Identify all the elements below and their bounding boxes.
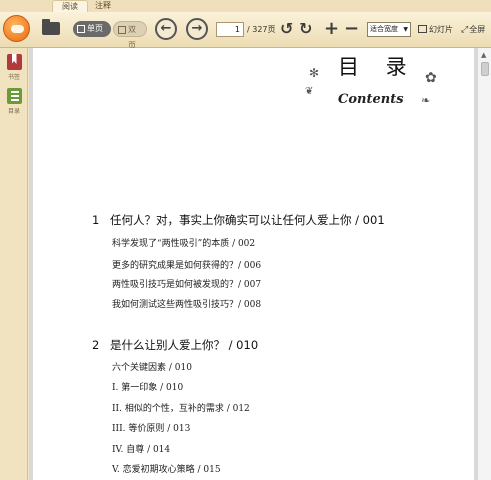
table-of-contents-icon	[6, 88, 22, 104]
slideshow-button[interactable]: 幻灯片	[418, 23, 453, 36]
chapter-number: 2	[92, 338, 100, 352]
page-title: 目 录	[338, 55, 417, 79]
single-page-label: 单页	[87, 24, 103, 33]
slideshow-label: 幻灯片	[429, 25, 453, 34]
ornament-icon: ❦	[305, 86, 314, 97]
chapter-title: 是什么让别人爱上你？ / 010	[110, 338, 259, 352]
rotate-left-icon[interactable]: ↺	[280, 20, 293, 38]
toc-entry[interactable]: IV. 自尊 / 014	[112, 442, 170, 455]
zoom-out-icon[interactable]: −	[344, 20, 359, 38]
document-page: ✻ ❦ ✿ ❧ 目 录 Contents 1 任何人？对，事实上你确实可以让任何人…	[33, 48, 474, 480]
single-page-icon	[77, 25, 85, 33]
zoom-fit-select[interactable]: 适合宽度 ▼	[367, 22, 411, 37]
chapter-heading[interactable]: 2 是什么让别人爱上你？ / 010	[92, 337, 258, 353]
bookmark-icon	[6, 54, 22, 70]
scrollbar-thumb[interactable]	[481, 62, 489, 76]
double-page-label: 双页	[128, 25, 136, 50]
double-page-button[interactable]: 双页	[113, 21, 147, 50]
toc-entry[interactable]: 六个关键因素 / 010	[112, 360, 192, 373]
toc-entry[interactable]: II. 相似的个性，互补的需求 / 012	[112, 401, 250, 414]
toc-entry[interactable]: 我如何测试这些两性吸引技巧？/ 008	[112, 297, 261, 310]
toc-entry[interactable]: V. 恋爱初期攻心策略 / 015	[112, 462, 221, 475]
chapter-heading[interactable]: 1 任何人？对，事实上你确实可以让任何人爱上你 / 001	[92, 212, 385, 228]
vertical-scrollbar[interactable]: ▲	[477, 48, 491, 480]
toc-entry[interactable]: I. 第一印象 / 010	[112, 380, 183, 393]
app-logo-icon[interactable]	[3, 15, 30, 42]
next-page-button[interactable]: →	[186, 18, 208, 40]
double-page-icon	[118, 26, 126, 34]
page-total: / 327页	[247, 25, 276, 34]
page-subtitle: Contents	[338, 92, 404, 107]
ornament-icon: ✻	[309, 66, 320, 80]
sidebar-item-label: 书签	[7, 74, 20, 81]
toolbar: 单页 双页 ← → 1 / 327页 ↺ ↻ + − 适合宽度 ▼ 幻灯片 ⤢全…	[0, 12, 491, 50]
tab-read[interactable]: 阅读	[52, 0, 88, 12]
sidebar-item-toc[interactable]: 目录	[3, 88, 25, 115]
slideshow-icon	[418, 25, 427, 33]
zoom-in-icon[interactable]: +	[324, 20, 339, 38]
fullscreen-button[interactable]: ⤢全屏	[461, 23, 485, 37]
single-page-button[interactable]: 单页	[73, 21, 111, 37]
sidebar-item-bookmarks[interactable]: 书签	[3, 54, 25, 81]
tab-annotations[interactable]: 注释	[88, 0, 118, 12]
page-number-input[interactable]: 1	[216, 22, 244, 37]
toc-entry[interactable]: III. 等价原则 / 013	[112, 421, 190, 434]
toc-entry[interactable]: 更多的研究成果是如何获得的？/ 006	[112, 258, 261, 271]
zoom-fit-value: 适合宽度	[370, 25, 398, 33]
toc-entry[interactable]: 两性吸引技巧是如何被发现的？/ 007	[112, 277, 261, 290]
chapter-title: 任何人？对，事实上你确实可以让任何人爱上你 / 001	[110, 213, 385, 227]
chapter-number: 1	[92, 213, 100, 227]
rotate-right-icon[interactable]: ↻	[299, 20, 312, 38]
scroll-up-icon[interactable]: ▲	[481, 51, 486, 59]
fullscreen-label: 全屏	[469, 25, 486, 34]
open-folder-icon[interactable]	[42, 19, 60, 35]
toc-entry[interactable]: 科学发现了“两性吸引”的本质 / 002	[112, 236, 255, 249]
ornament-icon: ✿	[425, 70, 437, 86]
pdf-reader-window: 阅读 注释 单页 双页 ← → 1 / 327页 ↺ ↻ + − 适合宽度 ▼ …	[0, 0, 491, 480]
left-sidebar: 书签 目录	[0, 48, 28, 480]
sidebar-item-label: 目录	[7, 108, 20, 115]
document-viewport[interactable]: ✻ ❦ ✿ ❧ 目 录 Contents 1 任何人？对，事实上你确实可以让任何人…	[29, 48, 477, 480]
chevron-down-icon: ▼	[403, 26, 408, 33]
ornament-icon: ❧	[421, 94, 431, 107]
fullscreen-icon: ⤢	[461, 25, 469, 35]
previous-page-button[interactable]: ←	[155, 18, 177, 40]
tab-strip: 阅读 注释	[0, 0, 491, 12]
